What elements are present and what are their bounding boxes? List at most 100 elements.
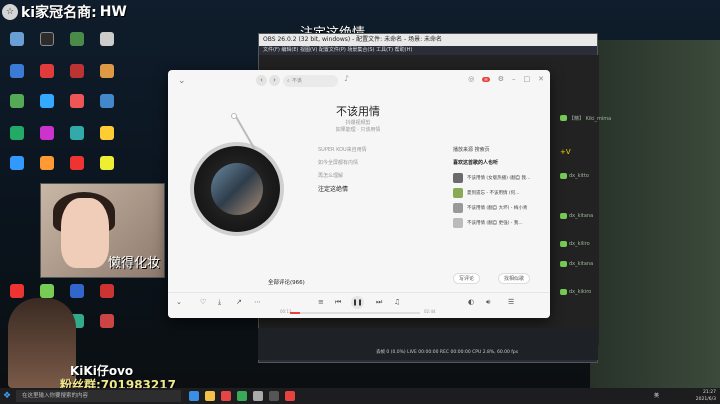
music-player-window: ⌄ ‹ › ⌕ 不该 ♪ ◎ ✉ ⚙ – □ ✕ 不该用情 抖爆视频剪 如果能理 … xyxy=(168,70,550,318)
desktop-icon[interactable] xyxy=(94,314,120,342)
more-icon[interactable]: ⋯ xyxy=(254,298,261,306)
system-clock[interactable]: 21:27 2021/6/3 xyxy=(696,389,716,403)
player-topbar: ⌄ ‹ › ⌕ 不该 ♪ ◎ ✉ ⚙ – □ ✕ xyxy=(168,70,550,92)
obs-controls-dock xyxy=(258,328,598,360)
close-icon[interactable]: ✕ xyxy=(538,75,544,83)
desktop-icon[interactable] xyxy=(34,94,60,122)
minimize-icon[interactable]: – xyxy=(512,75,516,83)
recommend-item[interactable]: 不该用情 (翻自 大坏) - 梅小青 xyxy=(453,202,527,214)
sponsor-logo: HW xyxy=(99,4,127,20)
similar-songs-button[interactable]: 找相似歌 xyxy=(498,273,531,284)
webcam-feed: 懒得化妆 xyxy=(40,183,165,278)
lyrics-panel: SUPER KOU来自用情 如今全屏都有内情 再怎么理解 注定这绝情 xyxy=(318,144,398,196)
source-label: 播放来源 搜索页 xyxy=(453,147,490,153)
desktop-icon[interactable] xyxy=(94,284,120,312)
folder-icon[interactable] xyxy=(205,391,215,401)
music-app-icon[interactable] xyxy=(285,391,295,401)
song-meta: 抖爆视频剪 如果能理 · 只该用情 xyxy=(335,120,381,133)
prev-icon[interactable]: ⏮ xyxy=(335,298,341,307)
sponsor-text: ki家冠名商: xyxy=(21,5,97,21)
desktop-icon[interactable] xyxy=(4,126,30,154)
playlist-icon[interactable]: ☰ xyxy=(508,298,514,306)
chat-message: dx_kitana xyxy=(560,212,593,220)
desktop-icon[interactable] xyxy=(94,94,120,122)
share-icon[interactable]: ↗ xyxy=(236,298,242,306)
app-icon[interactable] xyxy=(221,391,231,401)
desktop-icon[interactable] xyxy=(4,64,30,92)
desktop-icon[interactable] xyxy=(64,126,90,154)
progress-fill xyxy=(290,312,301,314)
similar-heading: 喜欢这首歌的人也听 xyxy=(453,160,499,166)
playlist-mode-icon[interactable]: ≡ xyxy=(318,298,324,306)
next-icon[interactable]: ⏭ xyxy=(376,298,382,307)
chat-message: dx_kikiro xyxy=(560,288,591,296)
lyric-line: 如今全屏都有内情 xyxy=(318,160,359,166)
chat-message: dx_kitana xyxy=(560,260,593,268)
desktop-icon[interactable] xyxy=(34,64,60,92)
settings-icon[interactable]: ⚙ xyxy=(498,75,504,83)
desktop-icon[interactable] xyxy=(34,156,60,184)
write-comment-button[interactable]: 写评论 xyxy=(453,273,481,284)
app-icon[interactable] xyxy=(253,391,263,401)
chat-message: 【精】 Kiki_mima xyxy=(560,114,611,122)
search-icon: ⌕ xyxy=(287,78,290,84)
recommend-item[interactable]: 不该用情 (女版热播) (翻自 我... xyxy=(453,172,530,184)
progress-bar[interactable] xyxy=(290,312,420,314)
obs-app-icon[interactable] xyxy=(269,391,279,401)
forward-icon[interactable]: › xyxy=(269,75,280,86)
mic-icon[interactable]: ♪ xyxy=(344,74,349,83)
maximize-icon[interactable]: □ xyxy=(524,75,531,83)
chat-panel: 【精】 Kiki_mima +V dx_kitto dx_kitana dx_k… xyxy=(560,62,611,332)
taskbar: ❖ 在这里输入你要搜索的内容 英 21:27 2021/6/3 xyxy=(0,388,720,404)
desktop-icon[interactable] xyxy=(94,156,120,184)
desktop-icon[interactable] xyxy=(94,32,120,60)
taskbar-search-input[interactable]: 在这里输入你要搜索的内容 xyxy=(16,390,181,402)
sponsor-banner: ☆ ki家冠名商: HW xyxy=(2,2,127,22)
album-art xyxy=(211,163,263,215)
search-input[interactable]: ⌕ 不该 xyxy=(283,75,338,87)
ime-indicator[interactable]: 英 xyxy=(654,392,659,399)
desktop-icon[interactable] xyxy=(4,32,30,60)
sponsor-icon: ☆ xyxy=(2,4,18,20)
chat-message: dx_kitto xyxy=(560,172,589,180)
lyric-line: SUPER KOU来自用情 xyxy=(318,147,367,153)
collapse-icon[interactable]: ⌄ xyxy=(176,298,182,306)
collapse-icon[interactable]: ⌄ xyxy=(178,76,186,86)
desktop-icon[interactable] xyxy=(34,126,60,154)
desktop-icon[interactable] xyxy=(94,126,120,154)
desktop-icon[interactable] xyxy=(94,64,120,92)
playback-bar: ⌄ ♡ ⤓ ↗ ⋯ ≡ ⏮ ❚❚ ⏭ ♫ ◐ 🔊︎ ☰ 00:13 02:44 xyxy=(168,292,550,318)
edge-icon[interactable] xyxy=(189,391,199,401)
desktop-icon[interactable] xyxy=(64,156,90,184)
desktop-icon[interactable] xyxy=(4,94,30,122)
album-disc xyxy=(190,142,284,236)
pause-icon[interactable]: ❚❚ xyxy=(351,296,364,309)
chat-message: dx_kiliro xyxy=(560,240,590,248)
desktop-icon[interactable] xyxy=(64,94,90,122)
desktop-icon[interactable] xyxy=(64,32,90,60)
window-controls: ◎ ✉ ⚙ – □ ✕ xyxy=(468,75,544,83)
message-badge-icon[interactable]: ✉ xyxy=(482,76,490,82)
heart-icon[interactable]: ♡ xyxy=(200,298,206,306)
download-icon[interactable]: ⤓ xyxy=(218,298,221,307)
back-icon[interactable]: ‹ xyxy=(256,75,267,86)
skin-icon[interactable]: ◎ xyxy=(468,75,474,83)
effect-icon[interactable]: ◐ xyxy=(468,298,474,306)
song-title: 不该用情 xyxy=(336,105,380,118)
windows-start-icon[interactable]: ❖ xyxy=(0,388,14,404)
comments-label[interactable]: 全部评论(966) xyxy=(268,278,305,286)
recommend-item[interactable]: 不该用情 (翻自 更强) - 我... xyxy=(453,217,523,229)
desktop-icon[interactable] xyxy=(34,32,60,60)
desktop-icon[interactable] xyxy=(64,64,90,92)
volume-icon[interactable]: 🔊︎ xyxy=(486,298,490,307)
lyrics-icon[interactable]: ♫ xyxy=(394,298,400,306)
cam-caption: 懒得化妆 xyxy=(107,256,160,271)
desktop-icon[interactable] xyxy=(4,156,30,184)
streamer-avatar-art xyxy=(8,298,76,388)
obs-menu-bar[interactable]: 文件(F) 编辑(E) 视图(V) 配置文件(P) 场景集合(S) 工具(T) … xyxy=(259,46,597,55)
recommend-item[interactable]: 夏到遗忘 - 不该用情 (何... xyxy=(453,187,519,199)
tonearm-head xyxy=(231,113,237,119)
lyric-line: 再怎么理解 xyxy=(318,173,344,179)
obs-title-bar: OBS 26.0.2 (32 bit, windows) - 配置文件: 未命名… xyxy=(259,34,597,46)
app-icon[interactable] xyxy=(237,391,247,401)
